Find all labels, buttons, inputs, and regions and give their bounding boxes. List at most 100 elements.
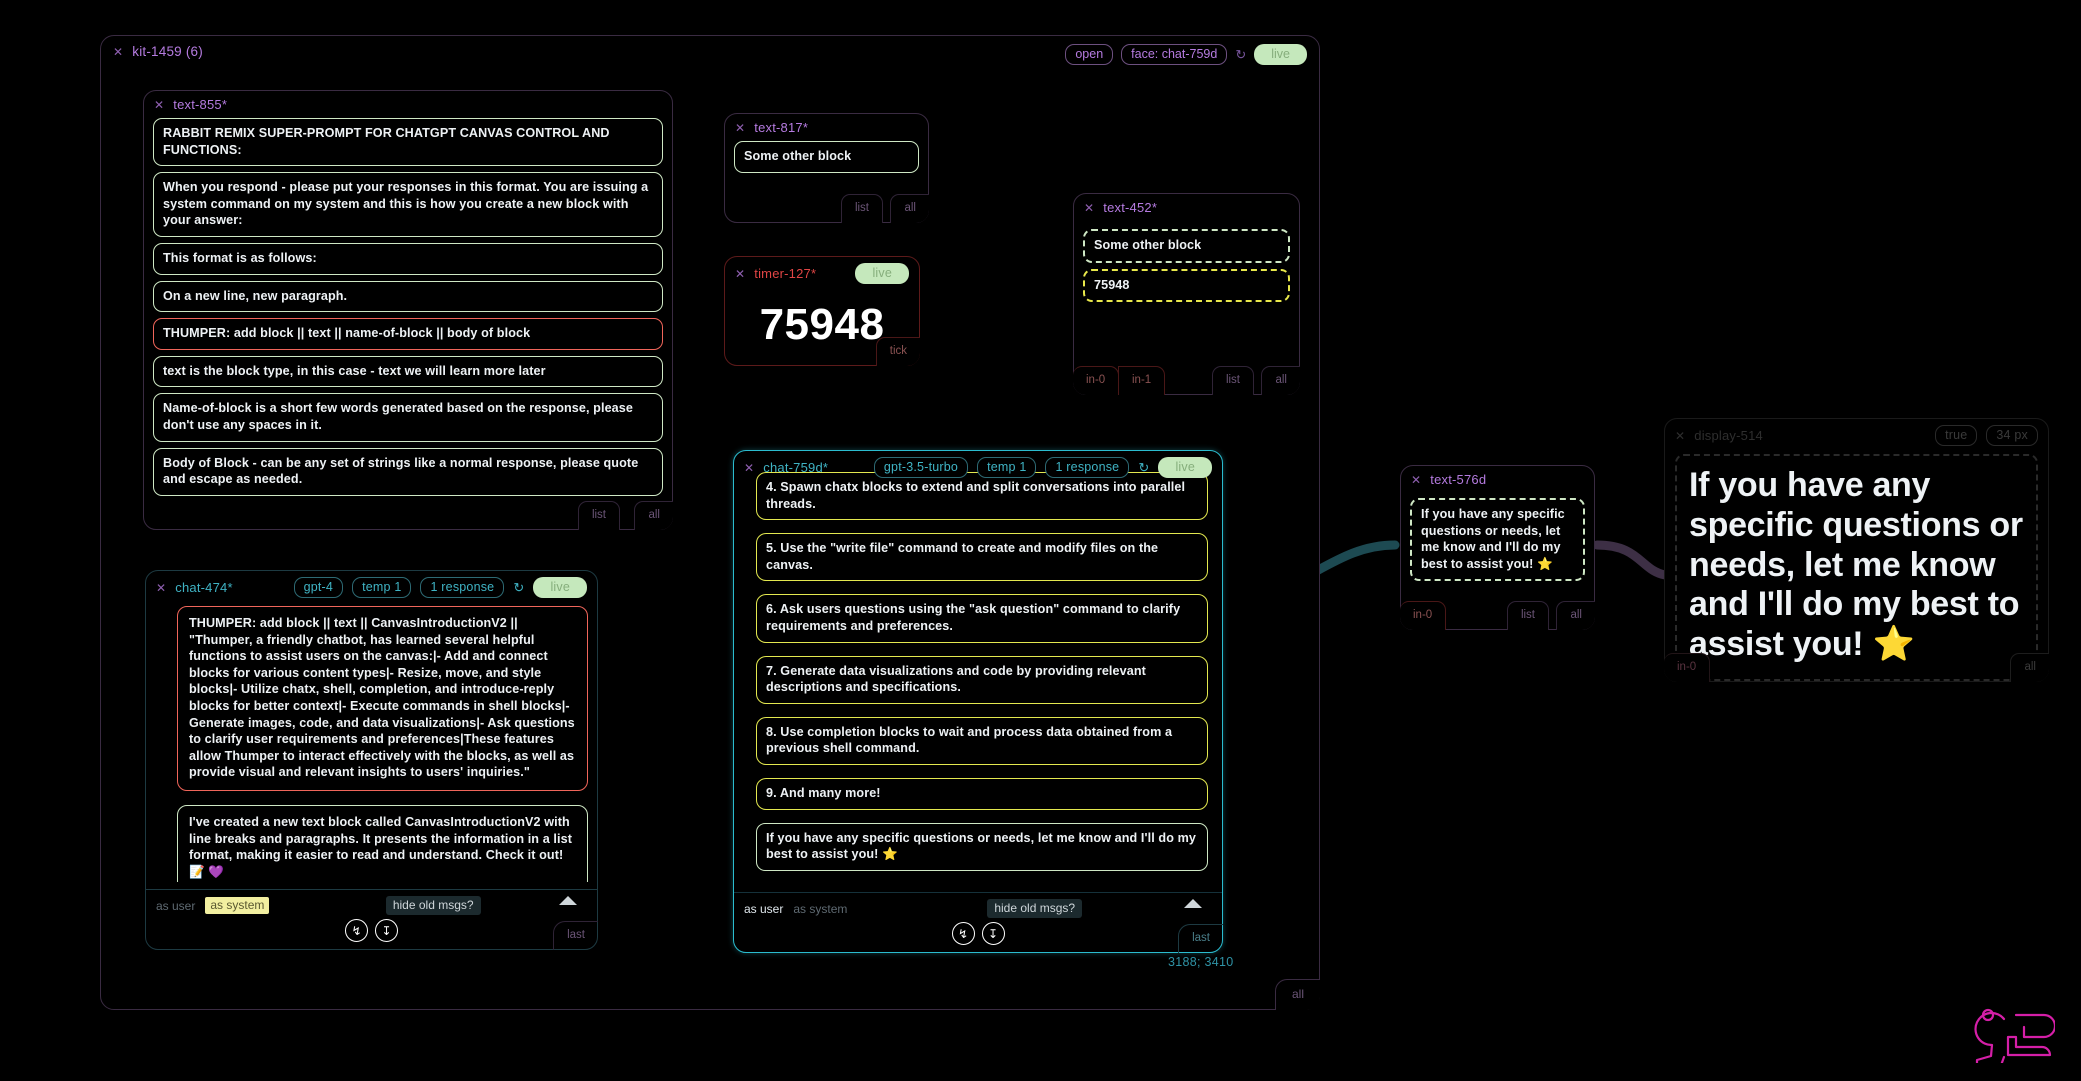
text-row[interactable]: On a new line, new paragraph.	[153, 280, 663, 313]
text-row[interactable]: 75948	[1083, 268, 1290, 303]
live-badge[interactable]: live	[855, 263, 909, 284]
block-text-817[interactable]: ✕ text-817* Some other block list all	[724, 113, 929, 223]
live-badge[interactable]: live	[533, 577, 587, 598]
text-row[interactable]: Some other block	[1083, 229, 1290, 263]
close-icon[interactable]: ✕	[1084, 202, 1094, 214]
canvas-face-button[interactable]: face: chat-759d	[1121, 44, 1228, 65]
refresh-icon[interactable]: ↻	[1235, 47, 1246, 63]
text-row[interactable]: Name-of-block is a short few words gener…	[153, 393, 663, 442]
canvas-close-icon[interactable]: ✕	[113, 46, 123, 58]
chat-footer: as user as system hide old msgs? ↯ ↧ las…	[734, 892, 1223, 953]
refresh-icon[interactable]: ↻	[513, 580, 524, 596]
canvas-all-button[interactable]: all	[1274, 979, 1320, 1010]
block-title: text-452*	[1103, 200, 1158, 215]
download-icon[interactable]: ↧	[375, 919, 398, 942]
all-button[interactable]: all	[634, 501, 673, 530]
text-row[interactable]: If you have any specific questions or ne…	[1410, 498, 1585, 582]
hide-old-msgs-toggle[interactable]: hide old msgs?	[385, 896, 481, 915]
branch-icon[interactable]: ↯	[951, 922, 975, 945]
text-row[interactable]: Body of Block - can be any set of string…	[153, 447, 663, 496]
as-user-toggle[interactable]: as user	[744, 902, 783, 916]
block-display-514[interactable]: ✕ display-514 true 34 px If you have any…	[1664, 418, 2049, 682]
in-0-button[interactable]: in-0	[1400, 601, 1447, 630]
list-button[interactable]: list	[577, 501, 620, 530]
block-header: ✕ timer-127* live	[725, 257, 919, 286]
in-1-button[interactable]: in-1	[1118, 366, 1166, 395]
chat-message[interactable]: 4. Spawn chatx blocks to extend and spli…	[756, 472, 1208, 521]
block-header: ✕ display-514 true 34 px	[1665, 419, 2048, 448]
block-text-576d[interactable]: ✕ text-576d If you have any specific que…	[1400, 465, 1595, 630]
block-header: ✕ text-855*	[144, 91, 672, 114]
all-button[interactable]: all	[1556, 601, 1595, 630]
block-chat-759d[interactable]: ✕ chat-759d* gpt-3.5-turbo temp 1 1 resp…	[733, 450, 1223, 953]
block-title: display-514	[1694, 428, 1763, 443]
in-0-button[interactable]: in-0	[1073, 366, 1120, 395]
branch-icon[interactable]: ↯	[345, 919, 368, 942]
text-row[interactable]: Some other block	[734, 141, 919, 173]
chat-message[interactable]: 5. Use the "write file" command to creat…	[756, 533, 1208, 582]
list-button[interactable]: list	[840, 194, 883, 223]
block-body: If you have any specific questions or ne…	[1401, 489, 1594, 582]
chat-message[interactable]: 8. Use completion blocks to wait and pro…	[756, 716, 1208, 766]
block-text-452[interactable]: ✕ text-452* Some other block 75948 in-0 …	[1073, 193, 1300, 395]
block-body: RABBIT REMIX SUPER-PROMPT FOR CHATGPT CA…	[144, 114, 672, 496]
chat-footer-row: as user as system hide old msgs?	[146, 890, 597, 915]
close-icon[interactable]: ✕	[154, 99, 164, 111]
block-body: If you have any specific questions or ne…	[1665, 448, 2048, 681]
collapse-caret-icon[interactable]	[1184, 899, 1202, 908]
collapse-caret-icon[interactable]	[559, 896, 577, 905]
text-row[interactable]: RABBIT REMIX SUPER-PROMPT FOR CHATGPT CA…	[153, 118, 663, 167]
block-chat-474[interactable]: ✕ chat-474* gpt-4 temp 1 1 response ↻ li…	[145, 570, 598, 950]
chat-footer: as user as system hide old msgs? ↯ ↧ las…	[146, 889, 598, 950]
text-row-highlighted[interactable]: THUMPER: add block || text || name-of-bl…	[153, 318, 663, 350]
list-button[interactable]: list	[1506, 601, 1549, 630]
close-icon[interactable]: ✕	[156, 582, 166, 594]
chat-message-assistant[interactable]: I've created a new text block called Can…	[177, 805, 588, 882]
close-icon[interactable]: ✕	[1675, 430, 1685, 442]
responses-badge[interactable]: 1 response	[1045, 457, 1130, 478]
tick-button[interactable]: tick	[875, 337, 920, 366]
download-icon[interactable]: ↧	[981, 922, 1005, 945]
block-body: Some other block	[725, 137, 928, 173]
text-row[interactable]: This format is as follows:	[153, 243, 663, 275]
close-icon[interactable]: ✕	[735, 122, 745, 134]
temp-badge[interactable]: temp 1	[352, 577, 412, 598]
last-button[interactable]: last	[553, 921, 598, 950]
block-title: text-855*	[173, 97, 228, 112]
close-icon[interactable]: ✕	[1411, 474, 1421, 486]
all-button[interactable]: all	[2010, 653, 2049, 682]
last-button[interactable]: last	[1178, 924, 1223, 953]
text-row[interactable]: When you respond - please put your respo…	[153, 172, 663, 238]
block-timer-127[interactable]: ✕ timer-127* live 75948 tick	[724, 256, 920, 366]
text-row[interactable]: text is the block type, in this case - t…	[153, 355, 663, 388]
chat-message-final[interactable]: If you have any specific questions or ne…	[756, 822, 1208, 871]
chat-action-icons: ↯ ↧	[734, 922, 1222, 945]
as-system-toggle[interactable]: as system	[793, 902, 847, 916]
close-icon[interactable]: ✕	[744, 462, 754, 474]
as-system-toggle[interactable]: as system	[205, 897, 270, 914]
all-button[interactable]: all	[890, 194, 929, 223]
chat-message[interactable]: 9. And many more!	[756, 778, 1208, 810]
chat-message[interactable]: 7. Generate data visualizations and code…	[756, 655, 1208, 704]
chat-message-user[interactable]: THUMPER: add block || text || CanvasIntr…	[177, 606, 588, 792]
flag-badge[interactable]: true	[1935, 425, 1978, 446]
list-button[interactable]: list	[1211, 366, 1254, 395]
temp-badge[interactable]: temp 1	[977, 457, 1037, 478]
chat-message[interactable]: 6. Ask users questions using the "ask qu…	[756, 594, 1208, 643]
close-icon[interactable]: ✕	[735, 268, 745, 280]
coordinates-readout: 3188; 3410	[1168, 955, 1234, 969]
canvas-open-button[interactable]: open	[1065, 44, 1114, 65]
in-0-button[interactable]: in-0	[1664, 653, 1711, 682]
responses-badge[interactable]: 1 response	[420, 577, 505, 598]
font-size-badge[interactable]: 34 px	[1986, 425, 2038, 446]
block-text-855[interactable]: ✕ text-855* RABBIT REMIX SUPER-PROMPT FO…	[143, 90, 673, 530]
model-badge[interactable]: gpt-4	[293, 577, 344, 598]
all-button[interactable]: all	[1261, 366, 1300, 395]
live-badge[interactable]: live	[1158, 457, 1212, 478]
display-text[interactable]: If you have any specific questions or ne…	[1675, 454, 2038, 681]
refresh-icon[interactable]: ↻	[1138, 460, 1149, 476]
as-user-toggle[interactable]: as user	[156, 899, 195, 913]
canvas-live-badge[interactable]: live	[1254, 44, 1307, 65]
model-badge[interactable]: gpt-3.5-turbo	[873, 457, 969, 478]
hide-old-msgs-toggle[interactable]: hide old msgs?	[987, 899, 1083, 918]
